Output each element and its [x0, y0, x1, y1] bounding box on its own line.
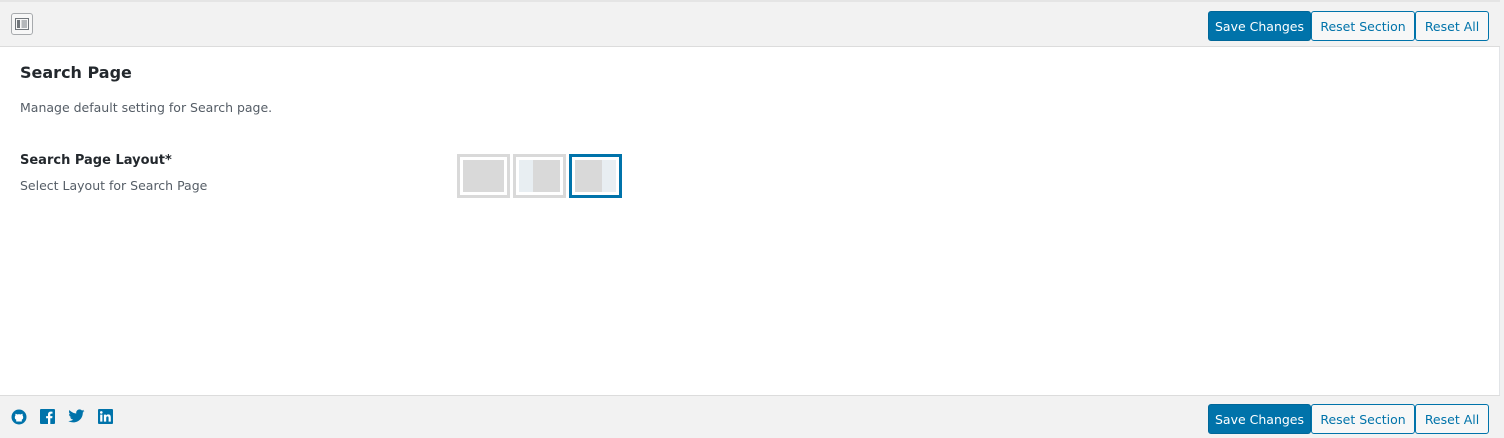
save-changes-button[interactable]: Save Changes — [1208, 11, 1311, 41]
reset-section-button[interactable]: Reset Section — [1311, 11, 1415, 41]
top-toolbar: Save Changes Reset Section Reset All — [0, 0, 1500, 47]
reset-all-button[interactable]: Reset All — [1415, 11, 1489, 41]
linkedin-icon[interactable] — [97, 408, 114, 425]
options-panel: Save Changes Reset Section Reset All Sea… — [0, 0, 1500, 438]
social-links — [10, 408, 114, 425]
layout-option-left-sidebar[interactable] — [513, 154, 566, 198]
section-title: Search Page — [20, 63, 132, 82]
layout-option-no-sidebar[interactable] — [457, 154, 510, 198]
facebook-icon[interactable] — [39, 408, 56, 425]
reset-section-button-bottom[interactable]: Reset Section — [1311, 404, 1415, 434]
field-sublabel: Select Layout for Search Page — [20, 178, 208, 193]
twitter-icon[interactable] — [68, 408, 85, 425]
section-description: Manage default setting for Search page. — [20, 100, 273, 115]
layout-selector — [457, 154, 622, 198]
top-button-group: Save Changes Reset Section Reset All — [1208, 11, 1489, 41]
save-changes-button-bottom[interactable]: Save Changes — [1208, 404, 1311, 434]
github-icon[interactable] — [10, 408, 27, 425]
bottom-toolbar: Save Changes Reset Section Reset All — [0, 395, 1500, 438]
field-label: Search Page Layout* — [20, 153, 172, 168]
bottom-button-group: Save Changes Reset Section Reset All — [1208, 404, 1489, 434]
reset-all-button-bottom[interactable]: Reset All — [1415, 404, 1489, 434]
layout-option-right-sidebar[interactable] — [569, 154, 622, 198]
panel-toggle-icon[interactable] — [11, 13, 33, 35]
